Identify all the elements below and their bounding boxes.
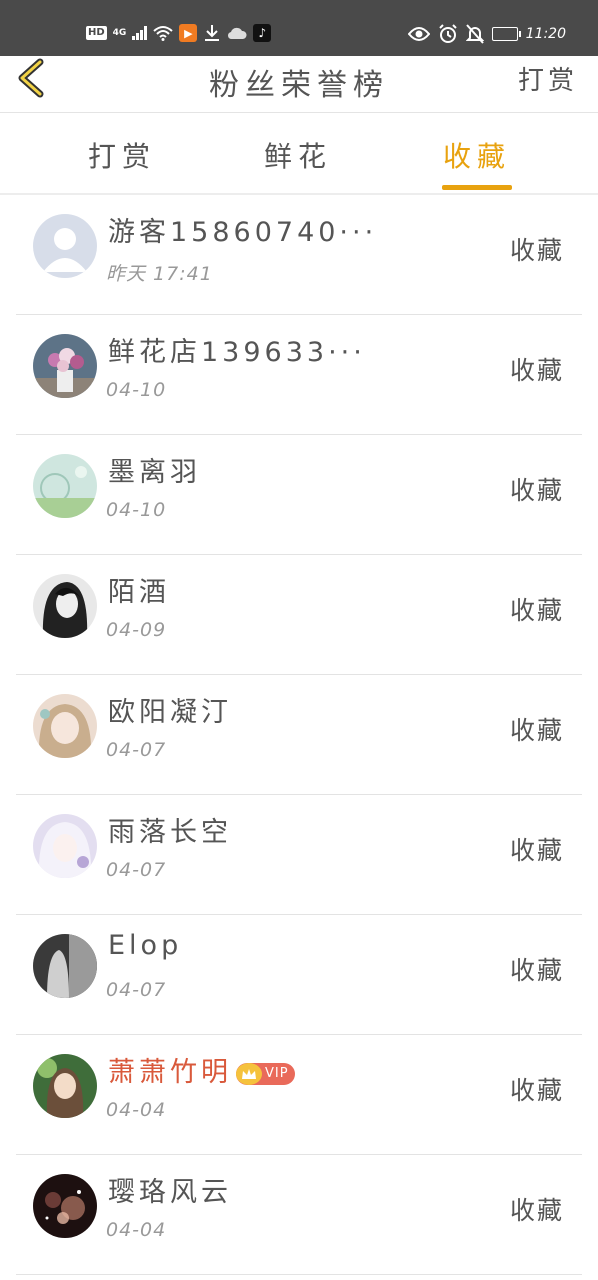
action-label: 收藏 bbox=[509, 956, 564, 985]
wifi-icon bbox=[153, 26, 173, 41]
tab-flowers[interactable]: 鲜花 bbox=[238, 135, 358, 175]
action-label: 收藏 bbox=[509, 1076, 564, 1105]
timestamp: 昨天 17:41 bbox=[106, 263, 213, 285]
clock-time: 11:20 bbox=[525, 26, 566, 42]
list-item[interactable]: 欧阳凝汀 04-07 收藏 bbox=[0, 675, 598, 795]
avatar bbox=[33, 694, 97, 758]
alarm-icon bbox=[438, 24, 457, 43]
list-item[interactable]: 雨落长空 04-07 收藏 bbox=[0, 795, 598, 915]
user-name: 雨落长空 bbox=[108, 817, 232, 848]
vip-label: VIP bbox=[265, 1066, 289, 1081]
action-label: 收藏 bbox=[509, 1196, 564, 1225]
action-label: 收藏 bbox=[509, 236, 564, 265]
fan-list: 游客15860740··· 昨天 17:41 收藏 鲜花店139633··· 0… bbox=[0, 195, 598, 1275]
tiktok-icon: ♪ bbox=[253, 24, 272, 42]
user-name-text: 萧萧竹明 bbox=[108, 1057, 232, 1088]
status-left-icons: HD 4G ▶ ♪ bbox=[86, 24, 272, 42]
vip-badge: VIP bbox=[236, 1062, 295, 1085]
cloud-icon bbox=[228, 27, 247, 40]
tab-collect[interactable]: 收藏 bbox=[417, 135, 537, 175]
tab-reward[interactable]: 打赏 bbox=[62, 135, 182, 175]
timestamp: 04-07 bbox=[106, 979, 167, 1001]
download-icon bbox=[205, 25, 220, 41]
timestamp: 04-10 bbox=[106, 499, 167, 521]
user-name: 墨离羽 bbox=[108, 457, 201, 488]
signal-icon bbox=[132, 26, 148, 40]
user-name: Elop bbox=[108, 930, 183, 961]
status-bar: HD 4G ▶ ♪ 11:20 bbox=[0, 0, 598, 56]
avatar bbox=[33, 934, 97, 998]
eye-icon bbox=[407, 27, 430, 41]
list-item[interactable]: 游客15860740··· 昨天 17:41 收藏 bbox=[0, 195, 598, 315]
avatar bbox=[33, 214, 97, 278]
avatar bbox=[33, 1174, 97, 1238]
network-type: 4G bbox=[112, 28, 127, 38]
timestamp: 04-09 bbox=[106, 619, 167, 641]
user-name: 鲜花店139633··· bbox=[108, 337, 366, 368]
timestamp: 04-07 bbox=[106, 859, 167, 881]
user-name: 欧阳凝汀 bbox=[108, 697, 232, 728]
avatar bbox=[33, 454, 97, 518]
action-label: 收藏 bbox=[509, 716, 564, 745]
avatar bbox=[33, 1054, 97, 1118]
timestamp: 04-10 bbox=[106, 379, 167, 401]
battery-icon bbox=[491, 27, 521, 41]
list-item[interactable]: 墨离羽 04-10 收藏 bbox=[0, 435, 598, 555]
user-name: 萧萧竹明 VIP bbox=[108, 1050, 295, 1089]
status-right-icons: 11:20 bbox=[407, 24, 566, 44]
list-item[interactable]: 璎珞风云 04-04 收藏 bbox=[0, 1155, 598, 1275]
mute-bell-icon bbox=[465, 24, 484, 44]
crown-icon bbox=[236, 1062, 262, 1085]
list-item[interactable]: 陌酒 04-09 收藏 bbox=[0, 555, 598, 675]
avatar bbox=[33, 334, 97, 398]
timestamp: 04-04 bbox=[106, 1099, 167, 1121]
user-name: 游客15860740··· bbox=[108, 217, 378, 248]
timestamp: 04-04 bbox=[106, 1219, 167, 1241]
list-item[interactable]: 萧萧竹明 VIP 04-04 收藏 bbox=[0, 1035, 598, 1155]
hd-icon: HD bbox=[86, 26, 107, 40]
header-bar: 粉丝荣誉榜 打赏 bbox=[0, 56, 598, 113]
list-item[interactable]: Elop 04-07 收藏 bbox=[0, 915, 598, 1035]
action-label: 收藏 bbox=[509, 476, 564, 505]
user-name: 璎珞风云 bbox=[108, 1177, 232, 1208]
action-label: 收藏 bbox=[509, 356, 564, 385]
action-label: 收藏 bbox=[509, 836, 564, 865]
avatar bbox=[33, 814, 97, 878]
user-name: 陌酒 bbox=[108, 577, 170, 608]
action-label: 收藏 bbox=[509, 596, 564, 625]
avatar bbox=[33, 574, 97, 638]
timestamp: 04-07 bbox=[106, 739, 167, 761]
list-item[interactable]: 鲜花店139633··· 04-10 收藏 bbox=[0, 315, 598, 435]
tab-bar: 打赏 鲜花 收藏 bbox=[0, 113, 598, 195]
video-app-icon: ▶ bbox=[179, 24, 198, 42]
reward-button[interactable]: 打赏 bbox=[518, 60, 578, 97]
active-tab-indicator bbox=[442, 185, 512, 190]
page-title: 粉丝荣誉榜 bbox=[209, 68, 389, 103]
